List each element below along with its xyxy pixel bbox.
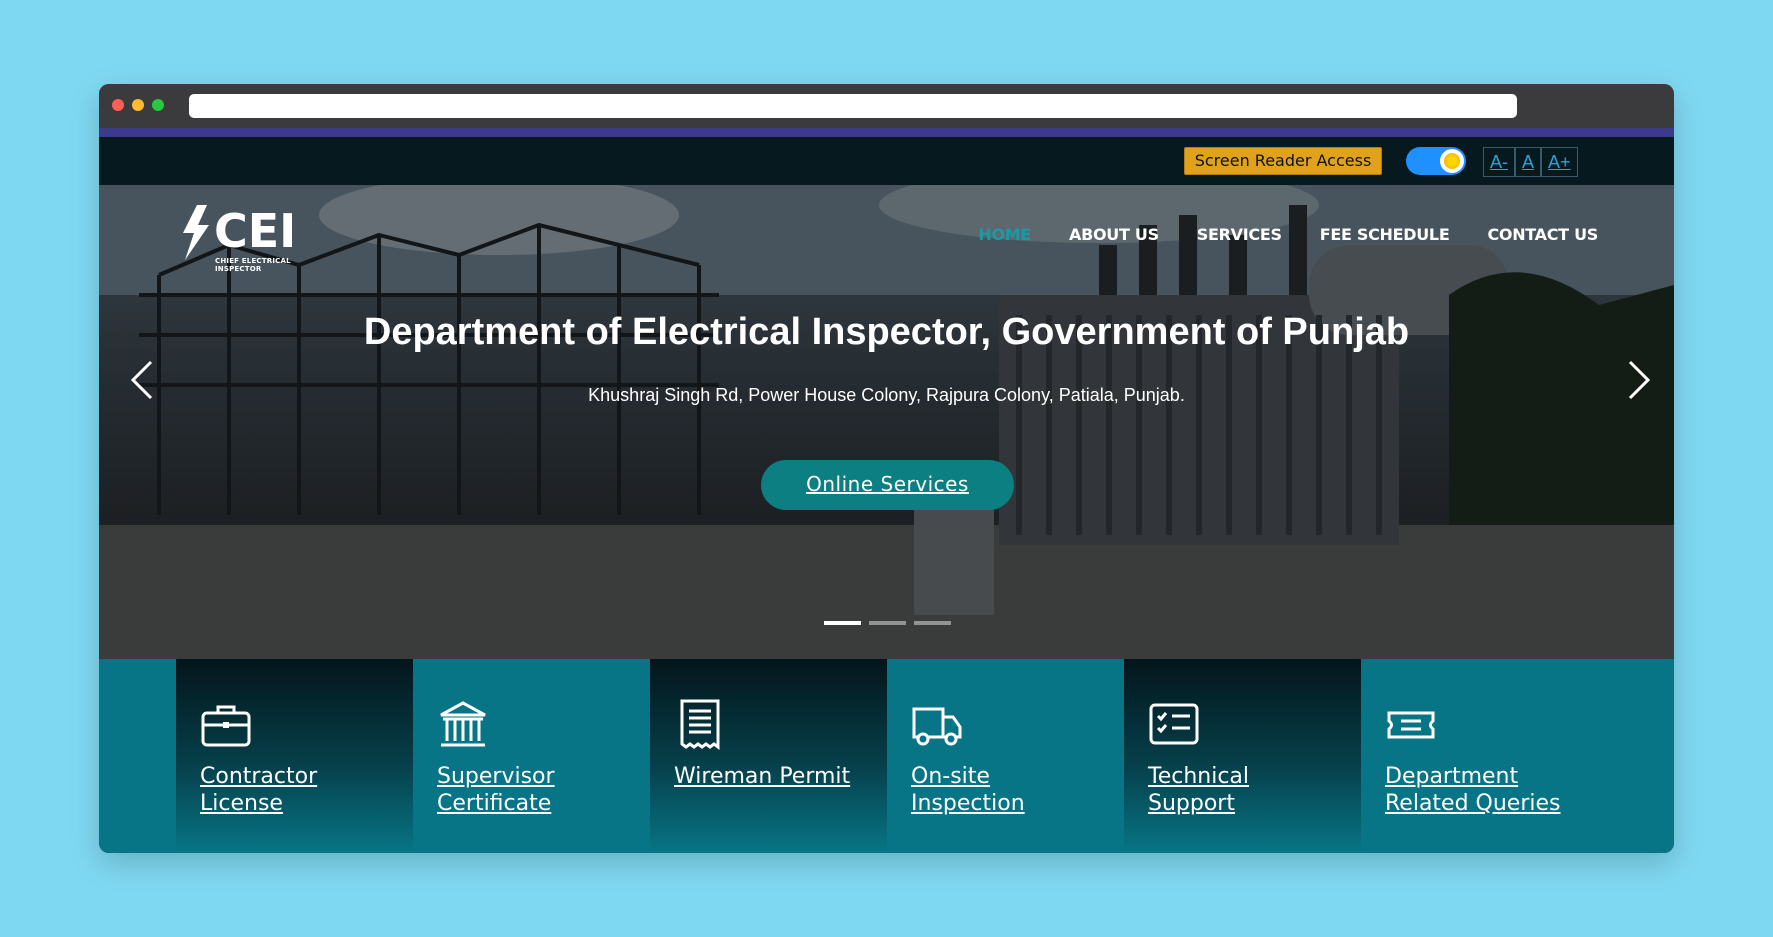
accent-strip xyxy=(99,128,1674,137)
logo-subtitle: CHIEF ELECTRICAL INSPECTOR xyxy=(215,257,291,273)
briefcase-icon xyxy=(201,705,251,747)
service-card-supervisor-certificate[interactable]: Supervisor Certificate xyxy=(413,659,650,853)
truck-icon xyxy=(912,707,962,746)
ticket-icon xyxy=(1387,711,1435,739)
minimize-window-dot[interactable] xyxy=(132,99,144,111)
nav-item-about-us[interactable]: ABOUT US xyxy=(1069,225,1159,244)
service-cards: Contractor License Supervisor Certificat… xyxy=(99,659,1674,853)
service-card-on-site-inspection[interactable]: On-site Inspection xyxy=(887,659,1124,853)
cei-logo[interactable]: CEI CHIEF ELECTRICAL INSPECTOR xyxy=(179,204,319,273)
maximize-window-dot[interactable] xyxy=(152,99,164,111)
sun-icon xyxy=(1444,153,1460,169)
font-increase-button[interactable]: A+ xyxy=(1541,147,1578,177)
service-card-label[interactable]: Wireman Permit xyxy=(674,763,864,790)
carousel-indicator[interactable] xyxy=(914,621,951,625)
carousel-indicator[interactable] xyxy=(824,621,861,625)
accessibility-bar: Screen Reader Access A- A A+ xyxy=(99,137,1674,185)
service-card-label[interactable]: Supervisor Certificate xyxy=(437,763,627,817)
institution-icon xyxy=(440,701,486,747)
main-nav: HOME ABOUT US SERVICES FEE SCHEDULE CONT… xyxy=(978,225,1598,244)
browser-window: Screen Reader Access A- A A+ CEI CHIEF E… xyxy=(99,84,1674,853)
lightning-logo-icon: CEI xyxy=(183,204,296,260)
service-card-label[interactable]: Contractor License xyxy=(200,763,390,817)
service-card-label[interactable]: On-site Inspection xyxy=(911,763,1101,817)
carousel-indicators xyxy=(824,621,951,625)
logo-text: CEI xyxy=(214,205,296,258)
carousel-indicator[interactable] xyxy=(869,621,906,625)
font-normal-button[interactable]: A xyxy=(1515,147,1542,177)
hero-carousel: CEI CHIEF ELECTRICAL INSPECTOR HOME ABOU… xyxy=(99,185,1674,659)
service-card-technical-support[interactable]: Technical Support xyxy=(1124,659,1361,853)
checklist-icon xyxy=(1149,703,1199,745)
online-services-button[interactable]: Online Services xyxy=(761,460,1014,510)
browser-chrome xyxy=(99,84,1674,128)
service-card-wireman-permit[interactable]: Wireman Permit xyxy=(650,659,887,853)
nav-item-home[interactable]: HOME xyxy=(978,225,1031,244)
service-card-contractor-license[interactable]: Contractor License xyxy=(176,659,413,853)
nav-item-services[interactable]: SERVICES xyxy=(1197,225,1282,244)
service-card-label[interactable]: Department Related Queries xyxy=(1385,763,1605,817)
hero-overlay xyxy=(99,185,1674,659)
service-card-label[interactable]: Technical Support xyxy=(1148,763,1338,817)
nav-item-fee-schedule[interactable]: FEE SCHEDULE xyxy=(1320,225,1450,244)
address-bar[interactable] xyxy=(189,94,1517,118)
hero-address: Khushraj Singh Rd, Power House Colony, R… xyxy=(588,385,1185,405)
theme-toggle[interactable] xyxy=(1406,147,1466,175)
font-decrease-button[interactable]: A- xyxy=(1483,147,1515,177)
font-size-controls: A- A A+ xyxy=(1483,147,1578,177)
screen-reader-access-button[interactable]: Screen Reader Access xyxy=(1184,147,1382,175)
receipt-icon xyxy=(680,699,720,750)
close-window-dot[interactable] xyxy=(112,99,124,111)
hero-title: Department of Electrical Inspector, Gove… xyxy=(363,311,1410,353)
nav-item-contact-us[interactable]: CONTACT US xyxy=(1487,225,1598,244)
service-card-department-queries[interactable]: Department Related Queries xyxy=(1361,659,1621,853)
